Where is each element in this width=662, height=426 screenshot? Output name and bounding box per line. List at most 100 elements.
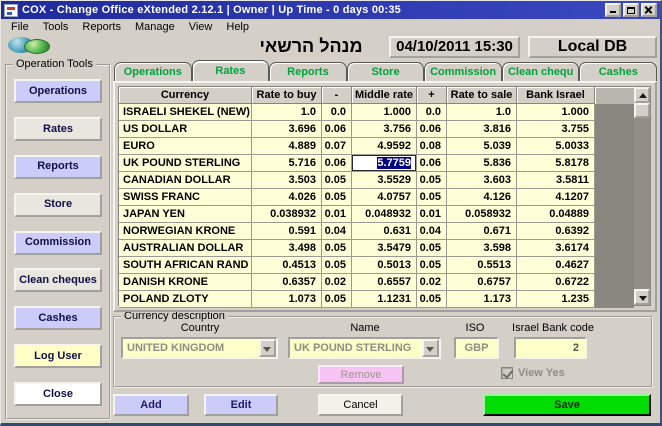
cell-bank-israel[interactable]: 3.6174	[517, 240, 595, 257]
tab[interactable]: Operations	[114, 62, 192, 81]
tab[interactable]: Clean chequ	[502, 62, 580, 81]
cell-middle-rate[interactable]: 4.0757	[352, 189, 417, 206]
tab[interactable]: Cashes	[579, 62, 657, 81]
cell-rate-to-sale[interactable]: 5.039	[447, 138, 517, 155]
cell-rate-to-sale[interactable]: 4.126	[447, 189, 517, 206]
cell-currency[interactable]: UK POUND STERLING	[119, 155, 252, 172]
cell-rate-to-buy[interactable]: 3.498	[252, 240, 322, 257]
menu-item[interactable]: View	[183, 20, 221, 34]
cell-plus[interactable]: 0.06	[417, 155, 447, 172]
cell-currency[interactable]: NORWEGIAN KRONE	[119, 223, 252, 240]
cell-currency[interactable]: SWISS FRANC	[119, 189, 252, 206]
cell-minus[interactable]: 0.02	[322, 274, 352, 291]
cell-rate-to-buy[interactable]: 3.696	[252, 121, 322, 138]
view-yes-checkbox[interactable]	[501, 367, 513, 379]
name-dropdown-button[interactable]	[422, 339, 439, 357]
cell-bank-israel[interactable]: 1.235	[517, 291, 595, 308]
scroll-track[interactable]	[634, 118, 650, 289]
col-header-minus[interactable]: -	[322, 87, 352, 104]
cell-rate-to-buy[interactable]: 3.503	[252, 172, 322, 189]
cell-plus[interactable]: 0.0	[417, 104, 447, 121]
cell-rate-to-sale[interactable]: 1.0	[447, 104, 517, 121]
cell-plus[interactable]: 0.05	[417, 257, 447, 274]
cell-minus[interactable]: 0.05	[322, 291, 352, 308]
cell-plus[interactable]: 0.08	[417, 138, 447, 155]
iso-field[interactable]: GBP	[454, 337, 499, 359]
cell-plus[interactable]: 0.05	[417, 240, 447, 257]
cell-bank-israel[interactable]: 0.6722	[517, 274, 595, 291]
cell-plus[interactable]: 0.05	[417, 291, 447, 308]
sidebar-button[interactable]: Log User	[14, 344, 102, 368]
cell-rate-to-buy[interactable]: 0.038932	[252, 206, 322, 223]
cell-minus[interactable]: 0.06	[322, 155, 352, 172]
cell-minus[interactable]: 0.04	[322, 223, 352, 240]
cell-currency[interactable]: EURO	[119, 138, 252, 155]
menu-item[interactable]: File	[5, 20, 37, 34]
tab[interactable]: Store	[347, 62, 425, 81]
cell-plus[interactable]: 0.01	[417, 206, 447, 223]
col-header-rate-to-buy[interactable]: Rate to buy	[252, 87, 322, 104]
cell-rate-to-sale[interactable]: 1.173	[447, 291, 517, 308]
cell-minus[interactable]: 0.06	[322, 121, 352, 138]
cell-rate-to-sale[interactable]: 0.6757	[447, 274, 517, 291]
cell-middle-rate[interactable]: 5.7759	[352, 155, 417, 172]
sidebar-button[interactable]: Rates	[14, 117, 102, 141]
cell-currency[interactable]: CANADIAN DOLLAR	[119, 172, 252, 189]
cell-rate-to-sale[interactable]: 0.671	[447, 223, 517, 240]
cell-plus[interactable]: 0.02	[417, 274, 447, 291]
minimize-button[interactable]	[605, 3, 621, 17]
sidebar-button[interactable]: Clean cheques	[14, 268, 102, 292]
bank-code-field[interactable]: 2	[514, 337, 587, 359]
tab[interactable]: Rates	[192, 60, 270, 81]
sidebar-button[interactable]: Store	[14, 193, 102, 217]
menu-item[interactable]: Manage	[129, 20, 183, 34]
sidebar-button[interactable]: Operations	[14, 79, 102, 103]
cell-middle-rate[interactable]: 4.9592	[352, 138, 417, 155]
cell-bank-israel[interactable]: 5.0033	[517, 138, 595, 155]
cell-middle-rate[interactable]: 3.756	[352, 121, 417, 138]
save-button[interactable]: Save	[483, 394, 651, 416]
cell-plus[interactable]: 0.04	[417, 223, 447, 240]
vertical-scrollbar[interactable]	[634, 87, 650, 305]
cell-rate-to-buy[interactable]: 0.4513	[252, 257, 322, 274]
cell-minus[interactable]: 0.05	[322, 172, 352, 189]
sidebar-button[interactable]: Commission	[14, 231, 102, 255]
close-button[interactable]	[641, 3, 657, 17]
cell-middle-rate[interactable]: 3.5529	[352, 172, 417, 189]
cell-rate-to-buy[interactable]: 4.889	[252, 138, 322, 155]
name-combobox[interactable]: UK POUND STERLING	[288, 337, 441, 359]
cancel-button[interactable]: Cancel	[318, 394, 403, 416]
cell-middle-rate[interactable]: 0.5013	[352, 257, 417, 274]
cell-currency[interactable]: JAPAN YEN	[119, 206, 252, 223]
col-header-middle-rate[interactable]: Middle rate	[352, 87, 417, 104]
cell-rate-to-sale[interactable]: 0.058932	[447, 206, 517, 223]
cell-currency[interactable]: US DOLLAR	[119, 121, 252, 138]
add-button[interactable]: Add	[113, 394, 189, 416]
cell-minus[interactable]: 0.05	[322, 189, 352, 206]
cell-rate-to-buy[interactable]: 0.6357	[252, 274, 322, 291]
cell-plus[interactable]: 0.05	[417, 189, 447, 206]
cell-minus[interactable]: 0.0	[322, 104, 352, 121]
cell-rate-to-sale[interactable]: 3.816	[447, 121, 517, 138]
cell-rate-to-buy[interactable]: 4.026	[252, 189, 322, 206]
cell-bank-israel[interactable]: 4.1207	[517, 189, 595, 206]
tab[interactable]: Reports	[269, 62, 347, 81]
sidebar-button[interactable]: Cashes	[14, 306, 102, 330]
sidebar-button[interactable]: Close	[14, 382, 102, 406]
country-combobox[interactable]: UNITED KINGDOM	[121, 337, 278, 359]
cell-rate-to-buy[interactable]: 1.0	[252, 104, 322, 121]
cell-minus[interactable]: 0.05	[322, 240, 352, 257]
menu-item[interactable]: Help	[220, 20, 257, 34]
scroll-up-button[interactable]	[634, 87, 650, 103]
cell-bank-israel[interactable]: 0.04889	[517, 206, 595, 223]
cell-currency[interactable]: SOUTH AFRICAN RAND	[119, 257, 252, 274]
maximize-button[interactable]	[623, 3, 639, 17]
cell-middle-rate[interactable]: 0.048932	[352, 206, 417, 223]
cell-minus[interactable]: 0.01	[322, 206, 352, 223]
cell-middle-rate[interactable]: 3.5479	[352, 240, 417, 257]
cell-bank-israel[interactable]: 3.755	[517, 121, 595, 138]
cell-rate-to-sale[interactable]: 0.5513	[447, 257, 517, 274]
cell-currency[interactable]: DANISH KRONE	[119, 274, 252, 291]
cell-middle-rate[interactable]: 1.1231	[352, 291, 417, 308]
menu-item[interactable]: Tools	[37, 20, 77, 34]
